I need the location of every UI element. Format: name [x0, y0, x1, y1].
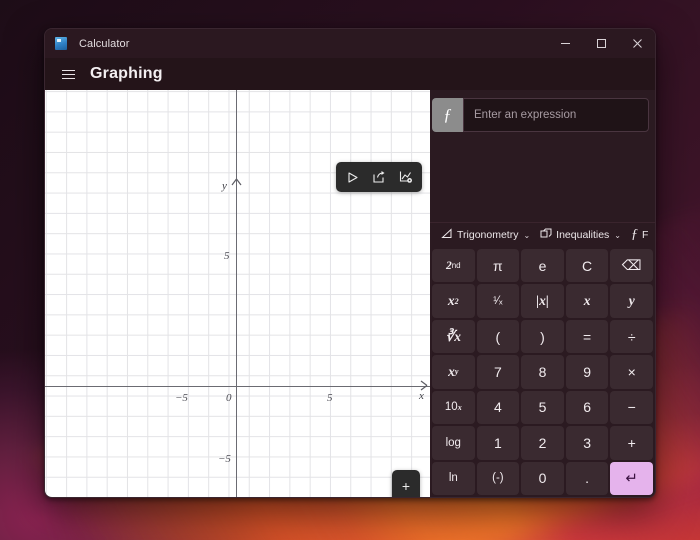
ten-power-key[interactable]: 10 x: [432, 390, 475, 425]
equals-key[interactable]: =: [565, 319, 609, 354]
function-badge: ƒ: [432, 98, 463, 132]
subtract-key[interactable]: −: [610, 390, 653, 425]
chevron-down-icon: ⌄: [523, 230, 531, 240]
digit-5-key[interactable]: 5: [521, 390, 564, 425]
inequalities-label: Inequalities: [556, 229, 610, 241]
divide-key[interactable]: ÷: [610, 319, 653, 354]
maximize-button[interactable]: [583, 29, 619, 58]
digit-4-key[interactable]: 4: [476, 390, 520, 425]
multiply-key[interactable]: ×: [610, 355, 653, 389]
app-header: Graphing: [45, 58, 655, 90]
x-tick-label: 0: [226, 392, 232, 404]
digit-2-key[interactable]: 2: [521, 426, 564, 460]
digit-0-key[interactable]: 0: [521, 461, 564, 495]
digit-3-key[interactable]: 3: [565, 426, 609, 460]
expression-row: ƒ: [432, 98, 649, 132]
graph-canvas[interactable]: y x −5 0 5 5 −5 +: [45, 90, 430, 497]
functions-menu[interactable]: ƒ F: [626, 224, 653, 246]
close-button[interactable]: [619, 29, 655, 58]
app-title: Calculator: [79, 37, 130, 50]
trigonometry-menu[interactable]: Trigonometry ⌄: [436, 225, 535, 245]
open-paren-key[interactable]: (: [476, 319, 520, 354]
play-triangle-icon[interactable]: [339, 165, 365, 189]
cube-root-key[interactable]: ∛x: [432, 319, 475, 354]
calculator-window: Calculator Graphing y x −5 0 5 5 −5 + ƒ …: [44, 28, 656, 498]
graph-options-icon[interactable]: [393, 165, 419, 189]
graph-toolbar: [336, 162, 422, 192]
graph-grid: [45, 90, 430, 497]
digit-9-key[interactable]: 9: [565, 355, 609, 389]
y-variable-key[interactable]: y: [610, 284, 653, 318]
trigonometry-label: Trigonometry: [457, 229, 519, 241]
y-axis-line: [236, 90, 237, 497]
x-tick-label: −5: [175, 392, 188, 404]
square-key[interactable]: x2: [432, 284, 475, 318]
x-axis-label: x: [419, 390, 424, 402]
window-body: y x −5 0 5 5 −5 + ƒ Enter an expression …: [45, 90, 655, 497]
function-icon: ƒ: [631, 227, 638, 242]
clear-key[interactable]: C: [565, 249, 609, 283]
expression-panel: ƒ Trigonometry ⌄: [430, 90, 655, 497]
minimize-button[interactable]: [547, 29, 583, 58]
y-tick-label: −5: [218, 453, 231, 465]
chevron-down-icon: ⌄: [614, 230, 621, 240]
pi-key[interactable]: π: [476, 249, 520, 283]
expression-area: ƒ: [430, 90, 655, 222]
triangle-icon: [441, 228, 453, 242]
y-tick-label: 5: [224, 250, 230, 262]
second-key[interactable]: 2nd: [432, 249, 475, 283]
negate-key[interactable]: (-): [476, 461, 520, 495]
zoom-in-button[interactable]: +: [394, 473, 418, 497]
function-toolbar: Trigonometry ⌄ Inequalities ⌄ ƒ F: [430, 222, 655, 247]
decimal-point-key[interactable]: .: [565, 461, 609, 495]
x-axis-line: [45, 386, 430, 387]
absolute-value-key[interactable]: |x|: [521, 284, 564, 318]
x-tick-label: 5: [327, 392, 333, 404]
inequality-icon: [540, 228, 552, 242]
inequalities-menu[interactable]: Inequalities ⌄: [535, 225, 626, 245]
desktop-background: Calculator Graphing y x −5 0 5 5 −5 + ƒ …: [0, 0, 700, 540]
page-title: Graphing: [90, 65, 163, 82]
share-icon[interactable]: [366, 165, 392, 189]
digit-6-key[interactable]: 6: [565, 390, 609, 425]
x-variable-key[interactable]: x: [565, 284, 609, 318]
backspace-key[interactable]: ⌫: [610, 249, 653, 283]
digit-1-key[interactable]: 1: [476, 426, 520, 460]
functions-label: F: [642, 229, 649, 241]
log-key[interactable]: log: [432, 426, 475, 460]
expression-input[interactable]: [463, 98, 649, 132]
close-paren-key[interactable]: ): [521, 319, 564, 354]
title-bar: Calculator: [45, 29, 655, 58]
add-key[interactable]: +: [610, 426, 653, 460]
digit-7-key[interactable]: 7: [476, 355, 520, 389]
ln-key[interactable]: ln: [432, 461, 475, 495]
y-axis-arrow-icon: [230, 178, 243, 196]
euler-key[interactable]: e: [521, 249, 564, 283]
enter-key[interactable]: ↵: [610, 461, 653, 495]
keypad: 2nd π e C ⌫ x2 ¹⁄ₓ |x| x y ∛x ( ) = ÷ x …: [430, 247, 655, 497]
calculator-icon: [55, 37, 67, 50]
hamburger-menu-icon[interactable]: [55, 62, 81, 86]
window-controls: [547, 29, 655, 58]
y-axis-label: y: [222, 180, 227, 192]
digit-8-key[interactable]: 8: [521, 355, 564, 389]
zoom-controls: + −: [392, 470, 420, 497]
reciprocal-key[interactable]: ¹⁄ₓ: [476, 284, 520, 318]
power-key[interactable]: xy: [432, 355, 475, 389]
